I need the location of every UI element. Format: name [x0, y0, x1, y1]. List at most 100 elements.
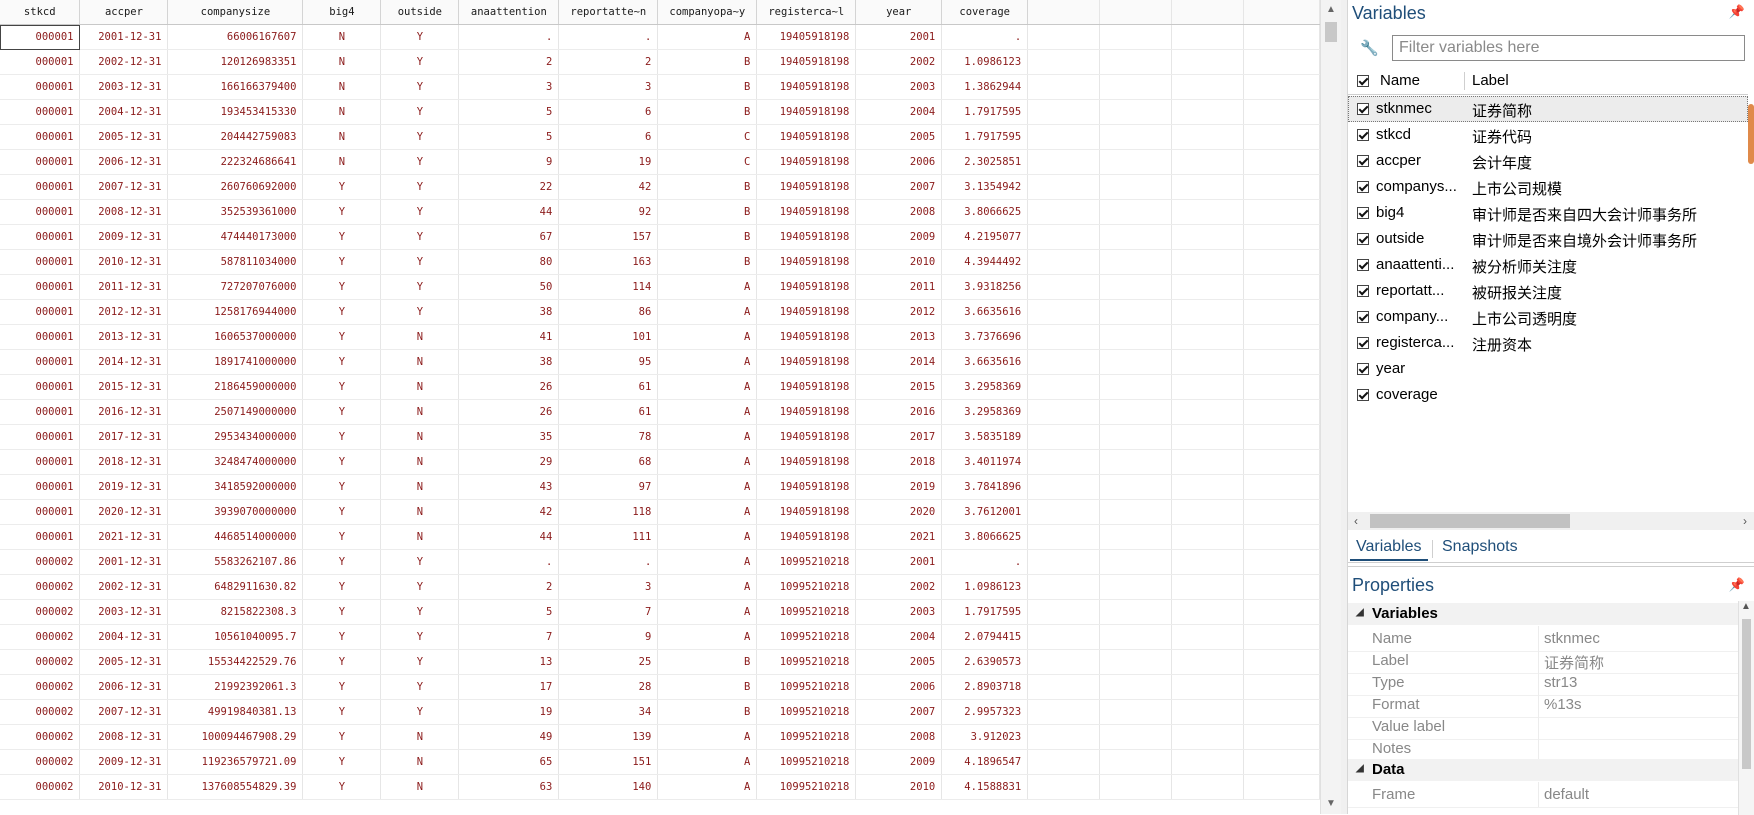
table-cell[interactable]: 2001 [855, 24, 943, 50]
table-cell[interactable]: 2014-12-31 [79, 349, 169, 375]
table-cell[interactable]: Y [302, 774, 382, 800]
table-cell[interactable]: 193453415330 [167, 99, 304, 125]
variable-row[interactable]: companys... 上市公司规模 [1348, 174, 1748, 200]
table-cell[interactable]: A [657, 299, 758, 325]
empty-cell[interactable] [1243, 699, 1320, 725]
table-cell[interactable]: A [657, 24, 758, 50]
table-cell[interactable]: 49919840381.13 [167, 699, 304, 725]
table-cell[interactable]: 19405918198 [756, 99, 857, 125]
table-cell[interactable]: 000002 [0, 599, 81, 625]
table-cell[interactable]: N [380, 424, 460, 450]
empty-cell[interactable] [1171, 499, 1244, 525]
table-row[interactable]: 000002 2009-12-31 119236579721.09 Y N 65 151 A 1… [0, 749, 1320, 775]
variable-checkbox[interactable] [1357, 129, 1369, 141]
table-cell[interactable]: N [302, 149, 382, 175]
table-cell[interactable]: 29 [458, 449, 560, 475]
table-cell[interactable]: 000001 [0, 299, 81, 325]
table-cell[interactable]: 49 [458, 724, 560, 750]
empty-cell[interactable] [1171, 424, 1244, 450]
table-cell[interactable]: A [657, 449, 758, 475]
table-cell[interactable]: 2953434000000 [167, 424, 304, 450]
table-row[interactable]: 000001 2021-12-31 4468514000000 Y N 44 111 A 194… [0, 524, 1320, 550]
table-cell[interactable]: 5 [458, 599, 560, 625]
table-cell[interactable]: 000001 [0, 199, 81, 225]
empty-cell[interactable] [1027, 249, 1101, 275]
table-cell[interactable]: 119236579721.09 [167, 749, 304, 775]
table-cell[interactable]: Y [380, 224, 460, 250]
table-cell[interactable]: 38 [458, 299, 560, 325]
table-cell[interactable]: N [302, 24, 382, 50]
table-cell[interactable]: N [380, 749, 460, 775]
empty-cell[interactable] [1243, 449, 1320, 475]
table-cell[interactable]: N [380, 324, 460, 350]
empty-cell[interactable] [1243, 524, 1320, 550]
empty-cell[interactable] [1099, 374, 1173, 400]
table-row[interactable]: 000001 2020-12-31 3939070000000 Y N 42 118 A 194… [0, 499, 1320, 525]
table-cell[interactable]: 2021 [855, 524, 943, 550]
empty-cell[interactable] [1027, 349, 1101, 375]
table-cell[interactable]: A [657, 274, 758, 300]
table-cell[interactable]: 6482911630.82 [167, 574, 304, 600]
table-cell[interactable]: 204442759083 [167, 124, 304, 150]
table-cell[interactable]: 19405918198 [756, 274, 857, 300]
empty-cell[interactable] [1027, 674, 1101, 700]
table-cell[interactable]: 2007-12-31 [79, 699, 169, 725]
table-row[interactable]: 000001 2003-12-31 166166379400 N Y 3 3 B 1940591… [0, 74, 1320, 100]
empty-cell[interactable] [1171, 624, 1244, 650]
table-cell[interactable]: 2015 [855, 374, 943, 400]
table-cell[interactable]: 2018 [855, 449, 943, 475]
table-cell[interactable]: 44 [458, 524, 560, 550]
table-cell[interactable]: 2008 [855, 199, 943, 225]
table-cell[interactable]: 151 [558, 749, 659, 775]
empty-cell[interactable] [1099, 24, 1173, 50]
empty-cell[interactable] [1171, 699, 1244, 725]
table-cell[interactable]: A [657, 749, 758, 775]
table-cell[interactable]: Y [380, 274, 460, 300]
table-cell[interactable]: 2021-12-31 [79, 524, 169, 550]
table-cell[interactable]: 000001 [0, 99, 81, 125]
table-cell[interactable]: 474440173000 [167, 224, 304, 250]
empty-cell[interactable] [1243, 399, 1320, 425]
variable-checkbox[interactable] [1357, 181, 1369, 193]
table-cell[interactable]: 2013 [855, 324, 943, 350]
table-cell[interactable]: 3 [558, 74, 659, 100]
table-row[interactable]: 000001 2008-12-31 352539361000 Y Y 44 92 B 19405… [0, 199, 1320, 225]
table-cell[interactable]: 6 [558, 124, 659, 150]
empty-cell[interactable] [1171, 474, 1244, 500]
table-cell[interactable]: 3.8066625 [941, 524, 1029, 550]
empty-cell[interactable] [1171, 724, 1244, 750]
table-cell[interactable]: 4.1588831 [941, 774, 1029, 800]
table-cell[interactable]: 10995210218 [756, 749, 857, 775]
table-cell[interactable]: Y [380, 24, 460, 50]
table-cell[interactable]: 92 [558, 199, 659, 225]
table-cell[interactable]: 2007 [855, 174, 943, 200]
pin-icon[interactable]: 📌 [1729, 4, 1745, 20]
table-row[interactable]: 000002 2007-12-31 49919840381.13 Y Y 19 34 B 109… [0, 699, 1320, 725]
table-cell[interactable]: 2013-12-31 [79, 324, 169, 350]
table-cell[interactable]: 2016 [855, 399, 943, 425]
table-cell[interactable]: 000002 [0, 624, 81, 650]
table-cell[interactable]: . [941, 549, 1029, 575]
empty-cell[interactable] [1243, 324, 1320, 350]
table-cell[interactable]: A [657, 574, 758, 600]
table-cell[interactable]: N [380, 524, 460, 550]
table-cell[interactable]: 000001 [0, 524, 81, 550]
table-cell[interactable]: 35 [458, 424, 560, 450]
table-cell[interactable]: 2002-12-31 [79, 49, 169, 75]
table-cell[interactable]: Y [380, 574, 460, 600]
collapse-triangle-icon[interactable]: ◢ [1356, 607, 1364, 618]
table-cell[interactable]: 19405918198 [756, 174, 857, 200]
table-cell[interactable]: 2008 [855, 724, 943, 750]
table-row[interactable]: 000001 2002-12-31 120126983351 N Y 2 2 B 1940591… [0, 49, 1320, 75]
variable-row[interactable]: coverage [1348, 382, 1748, 408]
table-cell[interactable]: 000002 [0, 774, 81, 800]
empty-cell[interactable] [1243, 599, 1320, 625]
empty-cell[interactable] [1099, 599, 1173, 625]
table-cell[interactable]: 000002 [0, 574, 81, 600]
table-cell[interactable]: Y [302, 574, 382, 600]
table-cell[interactable]: Y [302, 499, 382, 525]
empty-cell[interactable] [1027, 749, 1101, 775]
empty-cell[interactable] [1171, 74, 1244, 100]
table-cell[interactable]: 000001 [0, 349, 81, 375]
table-cell[interactable]: 3.2958369 [941, 399, 1029, 425]
